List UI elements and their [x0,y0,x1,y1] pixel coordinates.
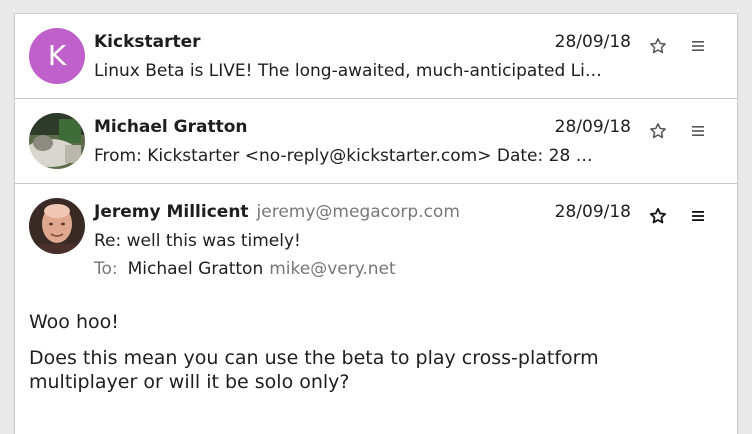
recipient-line: To: Michael Gratton mike@very.net [94,259,396,279]
message-date: 28/09/18 [554,117,631,137]
star-icon[interactable] [648,36,668,56]
recipient-email[interactable]: mike@very.net [269,259,395,279]
to-label: To: [94,259,118,279]
sender-email[interactable]: jeremy@megacorp.com [257,202,460,222]
sender-name: Michael Gratton [94,117,248,137]
message-menu-icon[interactable] [688,121,708,141]
recipient-name[interactable]: Michael Gratton [128,259,264,279]
avatar [29,198,85,254]
message-row[interactable]: Michael Gratton 28/09/18 From: Kickstart… [15,99,737,184]
message-menu-icon[interactable] [688,36,708,56]
message-preview: From: Kickstarter <no-reply@kickstarter.… [94,146,593,166]
message-preview: Linux Beta is LIVE! The long-awaited, mu… [94,61,602,81]
conversation-thread: K Kickstarter 28/09/18 Linux Beta is LIV… [15,14,737,434]
avatar: K [29,28,85,84]
expanded-message: Jeremy Millicent jeremy@megacorp.com 28/0… [15,184,737,424]
star-icon[interactable] [648,206,668,226]
message-subject: Re: well this was timely! [94,231,301,251]
star-icon[interactable] [648,121,668,141]
sender-name: Kickstarter [94,32,201,52]
message-body: Woo hoo! Does this mean you can use the … [29,310,689,406]
sender-line: Jeremy Millicent jeremy@megacorp.com [94,202,460,222]
avatar [29,113,85,169]
body-paragraph: Does this mean you can use the beta to p… [29,347,599,393]
message-date: 28/09/18 [554,32,631,52]
message-row[interactable]: K Kickstarter 28/09/18 Linux Beta is LIV… [15,14,737,99]
body-paragraph: Woo hoo! [29,311,119,333]
sender-name: Jeremy Millicent [94,202,249,222]
message-menu-icon[interactable] [688,206,708,226]
message-date: 28/09/18 [554,202,631,222]
